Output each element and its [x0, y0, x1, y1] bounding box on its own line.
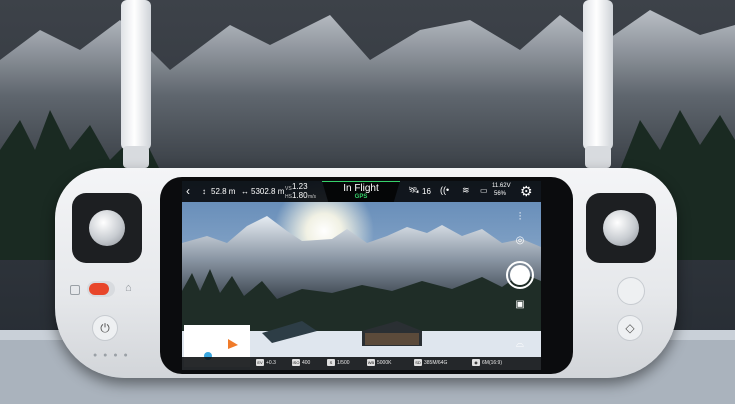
mode-indicator-icon	[70, 285, 80, 295]
wifi-icon: ≋	[462, 185, 470, 195]
power-icon: ⏻	[100, 320, 110, 335]
battery-voltage: 11.62V	[492, 183, 511, 189]
right-antenna-hinge	[585, 146, 611, 168]
shutter-speed-value: 1/500	[337, 360, 350, 366]
battery-icon: ▭	[480, 186, 488, 195]
ev-setting[interactable]: EV +0.3	[256, 359, 276, 368]
camera-switch-icon[interactable]: ◎	[512, 235, 528, 246]
shutter-button[interactable]	[506, 261, 534, 289]
drone-direction-arrow-icon	[228, 339, 238, 349]
flight-mode-label: In Flight	[343, 183, 379, 194]
ev-value: +0.3	[266, 360, 276, 366]
right-stick-knob[interactable]	[603, 210, 639, 246]
speed-unit: m/s	[308, 194, 317, 200]
satellite-icon: 🛰	[408, 185, 420, 195]
iso-value: 400	[302, 360, 311, 366]
left-antenna	[121, 0, 151, 150]
shutter-speed-setting[interactable]: S 1/500	[327, 359, 350, 368]
distance-value: 5302.8 m	[251, 187, 285, 196]
drone-app-screen: ‹ ↕ 52.8 m ↔ 5302.8 m VS 1.23 HS 1.80 m/…	[182, 181, 541, 370]
resolution-value: 6M(16:9)	[482, 360, 503, 366]
function-button[interactable]	[617, 277, 645, 305]
battery-percent: 56%	[494, 191, 507, 197]
height-arrow-icon: ↕	[202, 187, 206, 196]
satellite-count: 16	[422, 187, 431, 196]
gear-icon[interactable]: ⚙	[520, 183, 533, 199]
iso-icon: ISO	[292, 359, 300, 367]
left-antenna-hinge	[123, 146, 149, 168]
sliders-icon[interactable]: ⫶	[512, 211, 528, 224]
storage-info: SD 385M/64G	[414, 359, 447, 368]
white-balance-value: 5000K	[377, 360, 392, 366]
resolution-setting[interactable]: ◉ 6M(16:9)	[472, 359, 502, 368]
camera-icon: ◉	[472, 359, 480, 367]
distance-arrow-icon: ↔	[241, 187, 249, 196]
height-value: 52.8 m	[211, 187, 236, 196]
iso-setting[interactable]: ISO 400	[292, 359, 310, 368]
vs-value: 1.23	[292, 182, 308, 191]
gps-label: GPS	[354, 194, 368, 200]
shutter-inner	[510, 265, 530, 285]
back-arrow-icon[interactable]: ‹	[186, 185, 190, 197]
sd-card-icon: SD	[414, 359, 422, 367]
white-balance-icon: WB	[367, 359, 375, 367]
signal-icon: ((•	[440, 185, 450, 195]
flight-status-accent	[322, 181, 400, 182]
home-icon: ⌂	[125, 282, 132, 294]
gallery-icon[interactable]: ▣	[512, 299, 528, 310]
ev-icon: EV	[256, 359, 264, 367]
hs-value: 1.80	[292, 191, 308, 200]
power-button[interactable]: ⏻	[92, 315, 118, 341]
diamond-icon: ◇	[625, 321, 635, 335]
hs-label: HS	[285, 194, 292, 200]
battery-level-dots: ● ● ● ●	[93, 352, 130, 359]
white-balance-setting[interactable]: WB 5000K	[367, 359, 391, 368]
return-home-button[interactable]: ◇	[617, 315, 643, 341]
camera-parameters-bar: EV +0.3 ISO 400 S 1/500 WB 5000K SD 385M/64G …	[182, 357, 541, 370]
left-stick-knob[interactable]	[89, 210, 125, 246]
right-antenna	[583, 0, 613, 150]
gimbal-icon[interactable]: ⌓	[512, 339, 528, 350]
shutter-speed-icon: S	[327, 359, 335, 367]
storage-value: 385M/64G	[424, 360, 448, 366]
record-button[interactable]	[89, 283, 109, 295]
